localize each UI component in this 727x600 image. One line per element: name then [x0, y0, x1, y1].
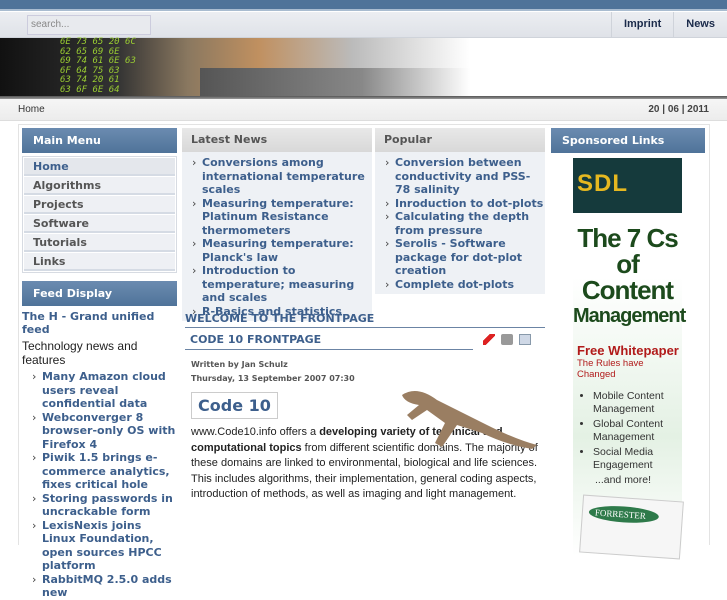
feed-item[interactable]: Many Amazon cloud users reveal confident… — [22, 370, 177, 411]
section-title: WELCOME TO THE FRONTPAGE — [185, 312, 545, 328]
feed-description: Technology news and features — [22, 339, 138, 367]
forrester-report-image: FORRESTER — [579, 494, 684, 560]
feed-item[interactable]: LexisNexis joins Linux Foundation, open … — [22, 519, 177, 573]
sdl-logo: SDL — [573, 158, 682, 213]
article-date: Thursday, 13 September 2007 07:30 — [191, 374, 355, 383]
breadcrumb: Home 20 | 06 | 2011 — [0, 99, 727, 121]
news-item[interactable]: Measuring temperature: Planck's law — [182, 237, 372, 264]
main-menu: Home Algorithms Projects Software Tutori… — [22, 156, 177, 273]
sponsored-links-header: Sponsored Links — [551, 128, 705, 153]
ad-cta: Free Whitepaper — [577, 343, 679, 358]
menu-item-tutorials[interactable]: Tutorials — [24, 234, 175, 252]
popular-header: Popular — [375, 128, 545, 152]
print-icon[interactable] — [501, 334, 513, 345]
current-date: 20 | 06 | 2011 — [648, 104, 709, 115]
popular-item[interactable]: Calculating the depth from pressure — [375, 210, 545, 237]
feed-title-link[interactable]: The H - Grand unified feed — [22, 310, 177, 336]
ad-bullets: Mobile Content Management Global Content… — [593, 390, 682, 472]
advertisement[interactable]: SDL The 7 Cs of Content Management Free Wh… — [573, 158, 686, 560]
popular-item[interactable]: Conversion between conductivity and PSS-… — [375, 156, 545, 197]
lizard-image — [402, 391, 537, 449]
news-item[interactable]: Measuring temperature: Platinum Resistan… — [182, 197, 372, 238]
banner-hex-text: 6E 73 65 20 6C 62 65 69 6E 69 74 61 6E 63 6… — [60, 37, 136, 95]
popular-item[interactable]: Inroduction to dot-plots — [375, 197, 545, 211]
feed-item[interactable]: Piwik 1.5 brings e-commerce analytics, f… — [22, 451, 177, 492]
ad-subtitle: The Rules have Changed — [577, 358, 644, 380]
feed-display-header: Feed Display — [22, 281, 177, 306]
header-banner: 6E 73 65 20 6C 62 65 69 6E 69 74 61 6E 63 6… — [0, 37, 727, 99]
news-item[interactable]: Conversions among international temperat… — [182, 156, 372, 197]
forrester-logo: FORRESTER — [588, 504, 660, 525]
latest-news-header: Latest News — [182, 128, 372, 152]
news-item[interactable]: Introduction to temperature; measuring a… — [182, 264, 372, 305]
main-menu-header: Main Menu — [22, 128, 177, 153]
email-icon[interactable] — [519, 334, 531, 345]
feed-item[interactable]: RabbitMQ 2.5.0 adds new — [22, 573, 177, 600]
search-input[interactable]: search... — [27, 15, 151, 35]
latest-news-panel: Latest News Conversions among internatio… — [182, 128, 372, 321]
pdf-icon[interactable] — [483, 334, 495, 345]
popular-panel: Popular Conversion between conductivity … — [375, 128, 545, 294]
top-bar — [0, 0, 727, 11]
popular-item[interactable]: Serolis - Software package for dot-plot … — [375, 237, 545, 278]
ad-headline: The 7 Cs of Content Management — [573, 223, 686, 327]
menu-item-software[interactable]: Software — [24, 215, 175, 233]
feed-item[interactable]: Webconverger 8 browser-only OS with Fire… — [22, 411, 177, 452]
feed-item[interactable]: Storing passwords in uncrackable form — [22, 492, 177, 519]
popular-item[interactable]: Complete dot-plots — [375, 278, 545, 292]
menu-item-home[interactable]: Home — [24, 158, 175, 176]
article-title[interactable]: CODE 10 FRONTPAGE — [185, 331, 473, 350]
nav-imprint[interactable]: Imprint — [610, 12, 673, 38]
menu-item-projects[interactable]: Projects — [24, 196, 175, 214]
article: WELCOME TO THE FRONTPAGE CODE 10 FRONTPA… — [185, 312, 545, 503]
menu-item-algorithms[interactable]: Algorithms — [24, 177, 175, 195]
nav-news[interactable]: News — [673, 12, 727, 38]
article-author: Written by Jan Schulz — [191, 360, 288, 369]
code10-logo: Code 10 — [191, 392, 278, 419]
ad-more: ...and more! — [595, 474, 652, 486]
nav-bar: search... Imprint News — [0, 12, 727, 38]
breadcrumb-home[interactable]: Home — [18, 104, 45, 115]
menu-item-links[interactable]: Links — [24, 253, 175, 271]
